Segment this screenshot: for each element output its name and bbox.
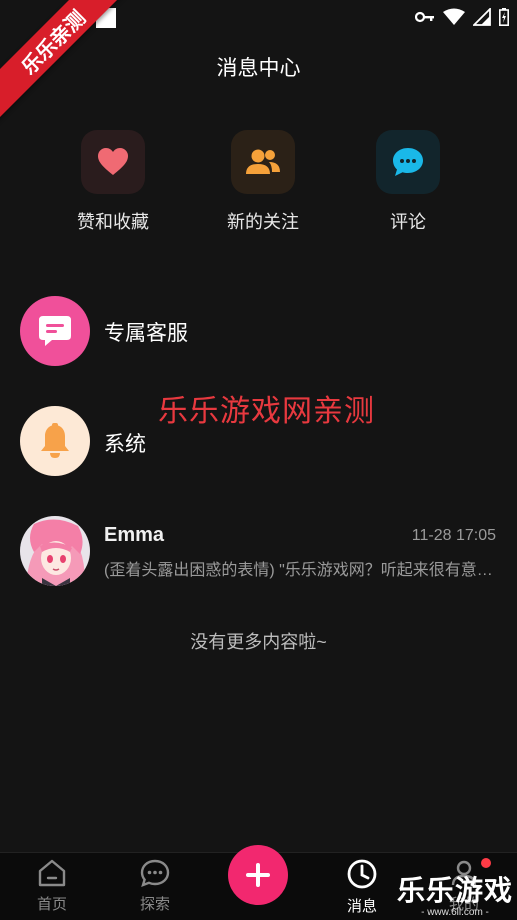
users-icon (246, 149, 280, 174)
clock-icon (347, 859, 377, 889)
system-notifications-item[interactable]: 系统 (20, 406, 500, 478)
likes-favorites-label: 赞和收藏 (77, 212, 149, 232)
brand-watermark-text: 乐乐游戏 (397, 875, 514, 906)
system-avatar (20, 406, 90, 476)
new-followers-button[interactable]: 新的关注 (203, 130, 323, 234)
customer-service-avatar (20, 296, 90, 366)
tab-messages-label: 消息 (346, 898, 377, 915)
plus-icon (246, 863, 270, 887)
message-timestamp: 11-28 17:05 (411, 527, 496, 544)
explore-icon (140, 859, 170, 887)
new-followers-label: 新的关注 (227, 212, 299, 232)
tab-explore[interactable]: 探索 (123, 859, 187, 914)
likes-favorites-button[interactable]: 赞和收藏 (53, 130, 173, 234)
system-label: 系统 (104, 433, 146, 456)
page-title: 消息中心 (216, 57, 301, 80)
battery-icon (499, 8, 509, 26)
bottom-tab-bar: 首页 探索 消息 我的 乐乐游戏 - www.6ll.com - (0, 845, 517, 920)
vpn-key-icon (415, 11, 434, 23)
home-icon (38, 859, 66, 887)
customer-service-item[interactable]: 专属客服 (20, 296, 500, 368)
sender-name: Emma (104, 524, 165, 546)
customer-service-label: 专属客服 (104, 322, 188, 345)
comment-icon (393, 148, 423, 176)
notification-dot (481, 858, 491, 868)
tab-home[interactable]: 首页 (20, 859, 84, 914)
tab-home-label: 首页 (36, 896, 67, 913)
tab-messages[interactable]: 消息 (330, 859, 394, 916)
message-preview: (歪着头露出困惑的表情) "乐乐游戏网？听起来很有意思呢" (104, 562, 496, 579)
bell-icon (41, 423, 69, 458)
comments-button[interactable]: 评论 (348, 130, 468, 234)
avatar (20, 516, 90, 586)
chat-icon (39, 316, 71, 346)
comments-label: 评论 (390, 212, 426, 232)
heart-icon (98, 148, 128, 175)
create-post-button[interactable] (228, 845, 288, 905)
signal-icon (473, 8, 491, 26)
avatar-image (20, 516, 90, 586)
tab-explore-label: 探索 (139, 896, 170, 913)
wifi-icon (443, 8, 465, 25)
brand-watermark: 乐乐游戏 - www.6ll.com - (397, 869, 513, 918)
conversation-item[interactable]: Emma 11-28 17:05 (歪着头露出困惑的表情) "乐乐游戏网？听起来… (20, 516, 500, 588)
end-of-list-text: 没有更多内容啦~ (190, 632, 327, 652)
